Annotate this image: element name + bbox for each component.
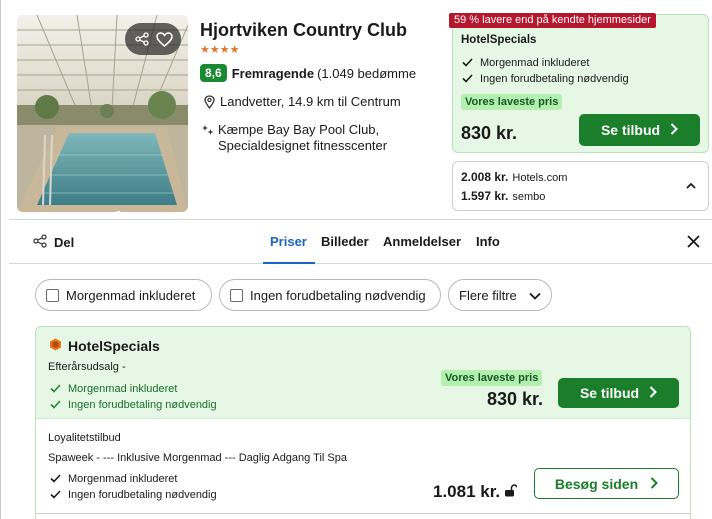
close-icon[interactable] bbox=[687, 235, 700, 248]
deal-provider-name: HotelSpecials bbox=[461, 34, 537, 46]
hotel-name[interactable]: Hjortviken Country Club bbox=[200, 20, 407, 41]
chevron-right-icon bbox=[649, 385, 657, 401]
deal-perk: Ingen forudbetaling nødvendig bbox=[462, 72, 629, 85]
active-tab-indicator bbox=[263, 262, 315, 264]
rating-row[interactable]: 8,6 Fremragende (1.049 bedømmelser) bbox=[200, 64, 416, 82]
other-price-site: Hotels.com bbox=[512, 172, 568, 184]
other-price-value: 2.008 kr. bbox=[461, 170, 509, 184]
share-icon bbox=[33, 234, 47, 251]
check-icon bbox=[462, 72, 475, 85]
checkbox[interactable] bbox=[230, 288, 243, 302]
lowest-price-badge: Vores laveste pris bbox=[441, 370, 543, 386]
offer-price: 1.081 kr. bbox=[433, 482, 501, 501]
more-filters-label: Flere filtre bbox=[459, 287, 517, 303]
review-count: (1.049 bedømmelser) bbox=[317, 65, 416, 81]
more-filters-button[interactable]: Flere filtre bbox=[448, 279, 552, 311]
offer-price-row: 1.081 kr. bbox=[433, 482, 518, 502]
facilities-text: Kæmpe Bay Bay Pool Club, Specialdesignet… bbox=[218, 122, 388, 153]
see-deal-button[interactable]: Se tilbud bbox=[558, 378, 679, 408]
unlock-icon bbox=[504, 482, 518, 502]
hotel-result-panel: Hjortviken Country Club ★★★★ 8,6 Fremrag… bbox=[0, 0, 712, 519]
chevron-down-icon bbox=[529, 288, 541, 303]
provider-logo-icon bbox=[49, 338, 62, 354]
carousel-dot[interactable] bbox=[115, 211, 122, 212]
filter-label: Morgenmad inkluderet bbox=[66, 287, 196, 303]
filter-no-prepayment-chip[interactable]: Ingen forudbetaling nødvendig bbox=[219, 279, 441, 311]
offer-perk-text: Ingen forudbetaling nødvendig bbox=[68, 488, 217, 501]
share-button[interactable]: Del bbox=[33, 234, 74, 251]
location-pin-icon bbox=[202, 94, 216, 110]
other-price-row[interactable]: 2.008 kr. Hotels.com bbox=[461, 170, 567, 184]
offer-price: 830 kr. bbox=[487, 389, 544, 409]
check-icon bbox=[462, 56, 475, 69]
chevron-up-icon[interactable] bbox=[685, 179, 697, 191]
see-deal-button[interactable]: Se tilbud bbox=[579, 114, 700, 146]
offer-perk: Morgenmad inkluderet bbox=[50, 472, 177, 485]
other-prices-box[interactable] bbox=[452, 161, 709, 211]
visit-site-label: Besøg siden bbox=[554, 475, 639, 492]
visit-site-button[interactable]: Besøg siden bbox=[534, 468, 679, 499]
rating-score-badge: 8,6 bbox=[200, 64, 227, 82]
offer-provider-name[interactable]: Loyalitetstilbud bbox=[48, 432, 121, 444]
heart-icon[interactable] bbox=[155, 30, 173, 48]
tab-photos[interactable]: Billeder bbox=[321, 234, 369, 249]
sparkle-icon bbox=[202, 122, 214, 138]
facilities-row: Kæmpe Bay Bay Pool Club, Specialdesignet… bbox=[202, 122, 422, 154]
chevron-right-icon bbox=[650, 476, 659, 492]
checkbox[interactable] bbox=[46, 288, 59, 302]
offer-subtitle: Spaweek - --- Inklusive Morgenmad --- Da… bbox=[48, 452, 347, 464]
tab-prices[interactable]: Priser bbox=[270, 234, 307, 249]
see-deal-label: Se tilbud bbox=[579, 385, 640, 401]
offer-provider[interactable]: HotelSpecials bbox=[49, 338, 160, 354]
check-icon bbox=[50, 382, 63, 395]
location-row: Landvetter, 14.9 km til Centrum bbox=[202, 94, 401, 110]
offer-perk: Ingen forudbetaling nødvendig bbox=[50, 398, 217, 411]
filter-breakfast-chip[interactable]: Morgenmad inkluderet bbox=[35, 279, 212, 311]
photo-actions bbox=[125, 23, 181, 55]
deal-perk-text: Ingen forudbetaling nødvendig bbox=[480, 72, 629, 85]
rating-label: Fremragende bbox=[231, 65, 315, 81]
offer-provider-name: HotelSpecials bbox=[68, 338, 160, 354]
tab-info[interactable]: Info bbox=[476, 234, 500, 249]
deal-perk-text: Morgenmad inkluderet bbox=[480, 56, 590, 69]
location-text: Landvetter, 14.9 km til Centrum bbox=[220, 94, 401, 109]
other-price-row[interactable]: 1.597 kr. sembo bbox=[461, 189, 545, 203]
other-price-value: 1.597 kr. bbox=[461, 189, 509, 203]
check-icon bbox=[50, 472, 63, 485]
filter-label: Ingen forudbetaling nødvendig bbox=[250, 287, 426, 303]
other-price-site: sembo bbox=[512, 191, 546, 203]
offer-subtitle: Efterårsudsalg - bbox=[48, 361, 126, 373]
discount-ribbon: 59 % lavere end på kendte hjemmesider bbox=[449, 13, 656, 28]
deal-perk: Morgenmad inkluderet bbox=[462, 56, 589, 69]
offer-perk-text: Morgenmad inkluderet bbox=[68, 472, 178, 485]
offer-perk-text: Ingen forudbetaling nødvendig bbox=[68, 398, 217, 411]
lowest-price-badge: Vores laveste pris bbox=[461, 94, 563, 110]
offer-perk: Morgenmad inkluderet bbox=[50, 382, 177, 395]
tab-reviews[interactable]: Anmeldelser bbox=[383, 234, 461, 249]
share-icon[interactable] bbox=[133, 30, 151, 48]
share-label: Del bbox=[54, 235, 75, 250]
check-icon bbox=[50, 488, 63, 501]
list-divider bbox=[35, 513, 691, 514]
see-deal-label: Se tilbud bbox=[600, 122, 661, 138]
offer-perk-text: Morgenmad inkluderet bbox=[68, 382, 178, 395]
deal-price: 830 kr. bbox=[461, 123, 518, 143]
chevron-right-icon bbox=[670, 122, 678, 138]
offer-perk: Ingen forudbetaling nødvendig bbox=[50, 488, 217, 501]
check-icon bbox=[50, 398, 63, 411]
hotel-stars: ★★★★ bbox=[200, 44, 240, 56]
